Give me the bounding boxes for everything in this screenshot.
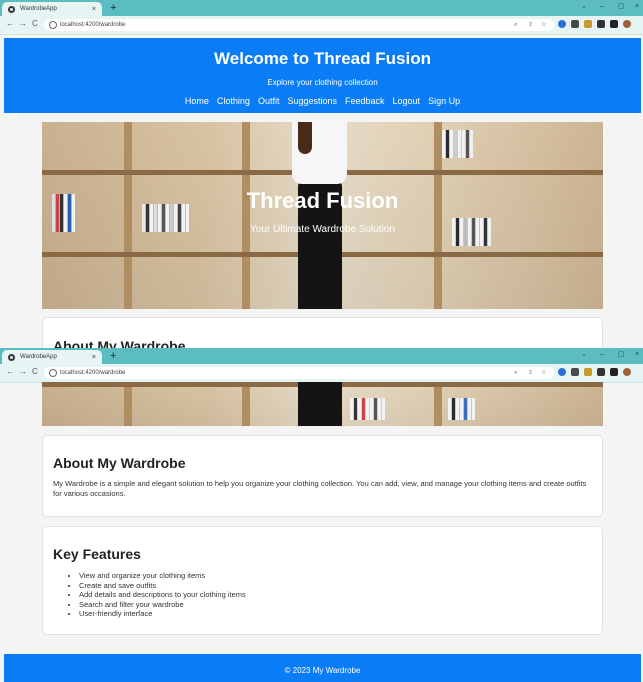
hero-subtitle: Your Ultimate Wardrobe Solution — [250, 224, 395, 235]
about-title: About My Wardrobe — [53, 338, 186, 348]
shelf-post — [242, 382, 250, 426]
forward-icon[interactable]: → — [19, 367, 27, 377]
tab-title: WardrobeApp — [20, 354, 57, 360]
books — [442, 130, 473, 158]
back-icon[interactable]: ← — [6, 367, 14, 377]
browser-tab[interactable]: WardrobeApp × — [2, 2, 102, 16]
url-input[interactable]: localhost:4200/wardrobe ⌕ ⇪ ☆ — [44, 367, 554, 379]
back-icon[interactable]: ← — [6, 19, 14, 29]
nav-clothing[interactable]: Clothing — [217, 96, 250, 106]
list-item: Add details and descriptions to your clo… — [79, 590, 246, 600]
list-item: Search and filter your wardrobe — [79, 600, 246, 610]
share-icon[interactable]: ⇪ — [528, 369, 533, 377]
forward-icon[interactable]: → — [19, 19, 27, 29]
tab-strip: WardrobeApp × + ⌄ – ▢ × — [0, 0, 643, 16]
extension-icon[interactable] — [597, 20, 605, 28]
about-card: About My Wardrobe My Wardrobe is a simpl… — [42, 435, 603, 517]
zoom-icon[interactable]: ⌕ — [514, 369, 517, 377]
info-icon[interactable] — [49, 369, 57, 377]
features-title: Key Features — [53, 546, 141, 562]
info-icon[interactable] — [49, 21, 57, 29]
profile-avatar[interactable] — [623, 20, 631, 28]
tab-title: WardrobeApp — [20, 6, 57, 12]
list-item: View and organize your clothing items — [79, 571, 246, 581]
profile-avatar[interactable] — [623, 368, 631, 376]
shelf-post — [124, 382, 132, 426]
share-icon[interactable]: ⇪ — [528, 21, 533, 29]
shelf-post — [124, 122, 132, 309]
extension-icon[interactable] — [571, 20, 579, 28]
tab-close-icon[interactable]: × — [92, 354, 96, 361]
reload-icon[interactable]: C — [32, 19, 38, 29]
reload-icon[interactable]: C — [32, 367, 38, 377]
shelf-post — [434, 382, 442, 426]
nav-logout[interactable]: Logout — [393, 96, 421, 106]
new-tab-button[interactable]: + — [110, 350, 116, 362]
shelf-post — [242, 122, 250, 309]
url-input[interactable]: localhost:4200/wardrobe ⌕ ⇪ ☆ — [44, 19, 554, 31]
browser-tab[interactable]: WardrobeApp × — [2, 350, 102, 364]
new-tab-button[interactable]: + — [110, 2, 116, 14]
extension-icon[interactable] — [558, 368, 566, 376]
address-bar: ← → C localhost:4200/wardrobe ⌕ ⇪ ☆ — [0, 16, 643, 35]
star-icon[interactable]: ☆ — [541, 369, 546, 377]
nav-outfit[interactable]: Outfit — [258, 96, 280, 106]
maximize-icon[interactable]: ▢ — [618, 3, 625, 11]
site-header: Welcome to Thread Fusion Explore your cl… — [4, 38, 641, 113]
nav-feedback[interactable]: Feedback — [345, 96, 385, 106]
tab-search-icon[interactable]: ⌄ — [581, 3, 587, 11]
features-list: View and organize your clothing items Cr… — [67, 571, 246, 619]
nav-suggestions[interactable]: Suggestions — [287, 96, 337, 106]
hero-banner-bottom — [42, 382, 603, 426]
browser-window-top: WardrobeApp × + ⌄ – ▢ × ← → C localhost:… — [0, 0, 643, 348]
page-title: Welcome to Thread Fusion — [214, 49, 431, 68]
star-icon[interactable]: ☆ — [541, 21, 546, 29]
browser-window-bottom: WardrobeApp × + ⌄ – ▢ × ← → C localhost:… — [0, 348, 643, 682]
nav-signup[interactable]: Sign Up — [428, 96, 460, 106]
zoom-icon[interactable]: ⌕ — [514, 21, 517, 29]
minimize-icon[interactable]: – — [600, 351, 604, 359]
extension-icon[interactable] — [584, 20, 592, 28]
tab-strip: WardrobeApp × + ⌄ – ▢ × — [0, 348, 643, 364]
hero-model — [272, 382, 362, 426]
about-text: My Wardrobe is a simple and elegant solu… — [53, 479, 587, 498]
books — [448, 398, 475, 420]
hero-model — [272, 122, 362, 309]
hero-banner: Thread Fusion Your Ultimate Wardrobe Sol… — [42, 122, 603, 309]
favicon-icon — [8, 5, 15, 13]
extension-icon[interactable] — [584, 368, 592, 376]
tab-close-icon[interactable]: × — [92, 6, 96, 13]
extension-icon[interactable] — [558, 20, 566, 28]
list-item: User-friendly interface — [79, 609, 246, 619]
extension-icon[interactable] — [597, 368, 605, 376]
address-bar: ← → C localhost:4200/wardrobe ⌕ ⇪ ☆ — [0, 364, 643, 383]
about-card: About My Wardrobe — [42, 317, 603, 348]
site-footer: © 2023 My Wardrobe — [4, 654, 641, 682]
features-card: Key Features View and organize your clot… — [42, 526, 603, 635]
hero-title: Thread Fusion — [246, 188, 399, 213]
main-nav: Home Clothing Outfit Suggestions Feedbac… — [4, 96, 641, 106]
shelf-post — [434, 122, 442, 309]
close-window-icon[interactable]: × — [635, 3, 639, 11]
extension-icon[interactable] — [571, 368, 579, 376]
list-item: Create and save outfits — [79, 581, 246, 591]
favicon-icon — [8, 353, 15, 361]
page-subtitle: Explore your clothing collection — [267, 78, 378, 87]
close-window-icon[interactable]: × — [635, 351, 639, 359]
url-text: localhost:4200/wardrobe — [60, 370, 126, 376]
about-title: About My Wardrobe — [53, 455, 186, 471]
url-text: localhost:4200/wardrobe — [60, 22, 126, 28]
sidepanel-icon[interactable] — [610, 20, 618, 28]
maximize-icon[interactable]: ▢ — [618, 351, 625, 359]
minimize-icon[interactable]: – — [600, 3, 604, 11]
nav-home[interactable]: Home — [185, 96, 209, 106]
sidepanel-icon[interactable] — [610, 368, 618, 376]
footer-text: © 2023 My Wardrobe — [284, 666, 361, 675]
tab-search-icon[interactable]: ⌄ — [581, 351, 587, 359]
